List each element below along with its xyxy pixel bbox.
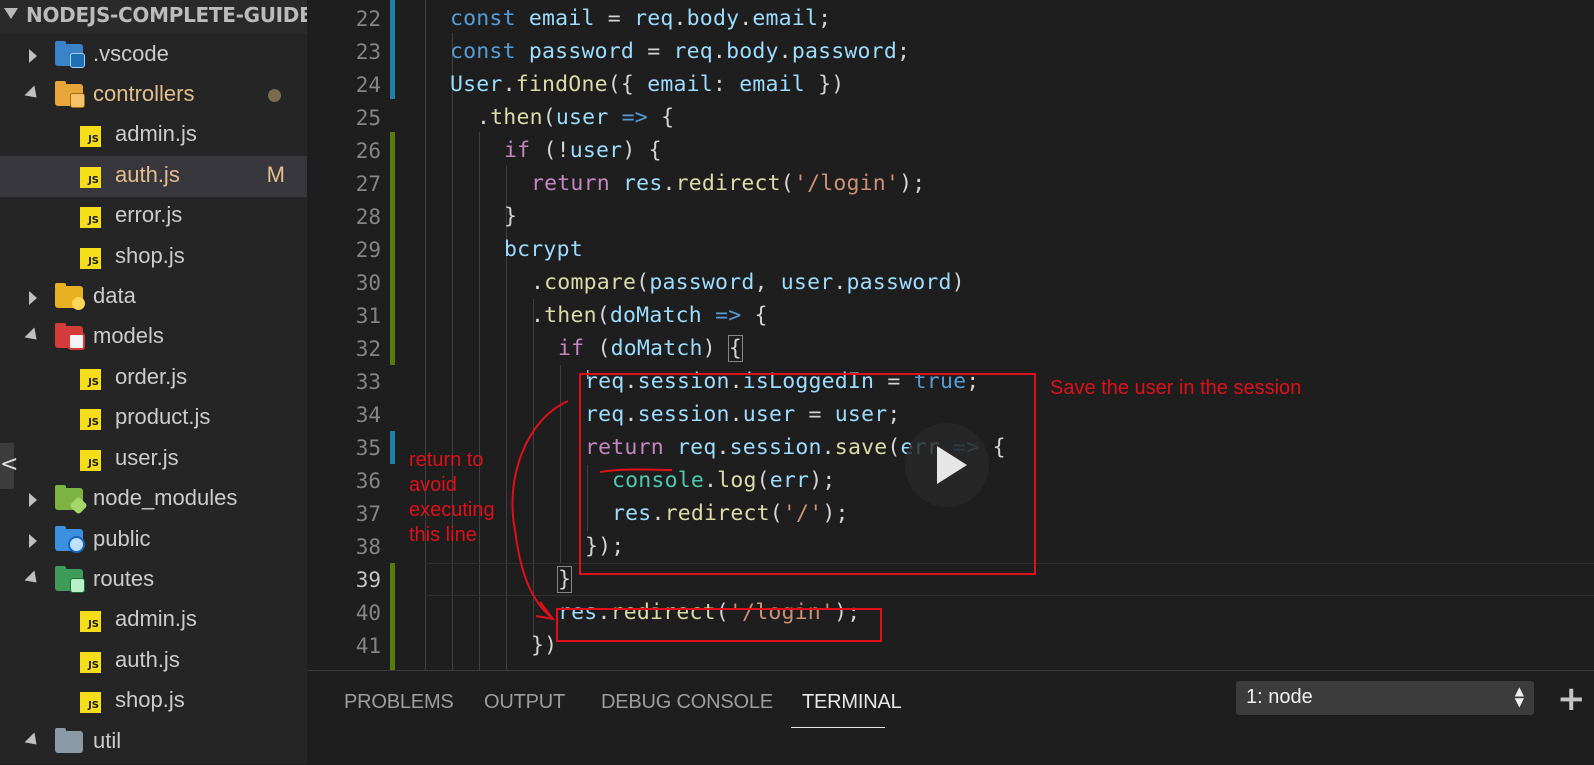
curved-arrow [511,400,569,619]
tab-problems[interactable]: PROBLEMS [344,691,454,714]
annotation-arrows [511,400,673,621]
tab-debug-console[interactable]: DEBUG CONSOLE [601,691,773,714]
active-tab-indicator [791,727,885,728]
terminal-select-value: 1: node [1246,686,1313,708]
return-underline [599,468,673,473]
tab-output[interactable]: OUTPUT [484,691,565,714]
select-arrows-icon: ▲ ▼ [1514,684,1524,709]
bottom-panel: PROBLEMS OUTPUT DEBUG CONSOLE TERMINAL 1… [307,670,1594,765]
play-icon [937,446,967,484]
terminal-select[interactable]: 1: node ▲ ▼ [1236,681,1534,715]
video-play-button[interactable] [905,423,989,507]
add-terminal-icon[interactable]: + [1557,679,1586,719]
tab-terminal[interactable]: TERMINAL [802,691,902,714]
